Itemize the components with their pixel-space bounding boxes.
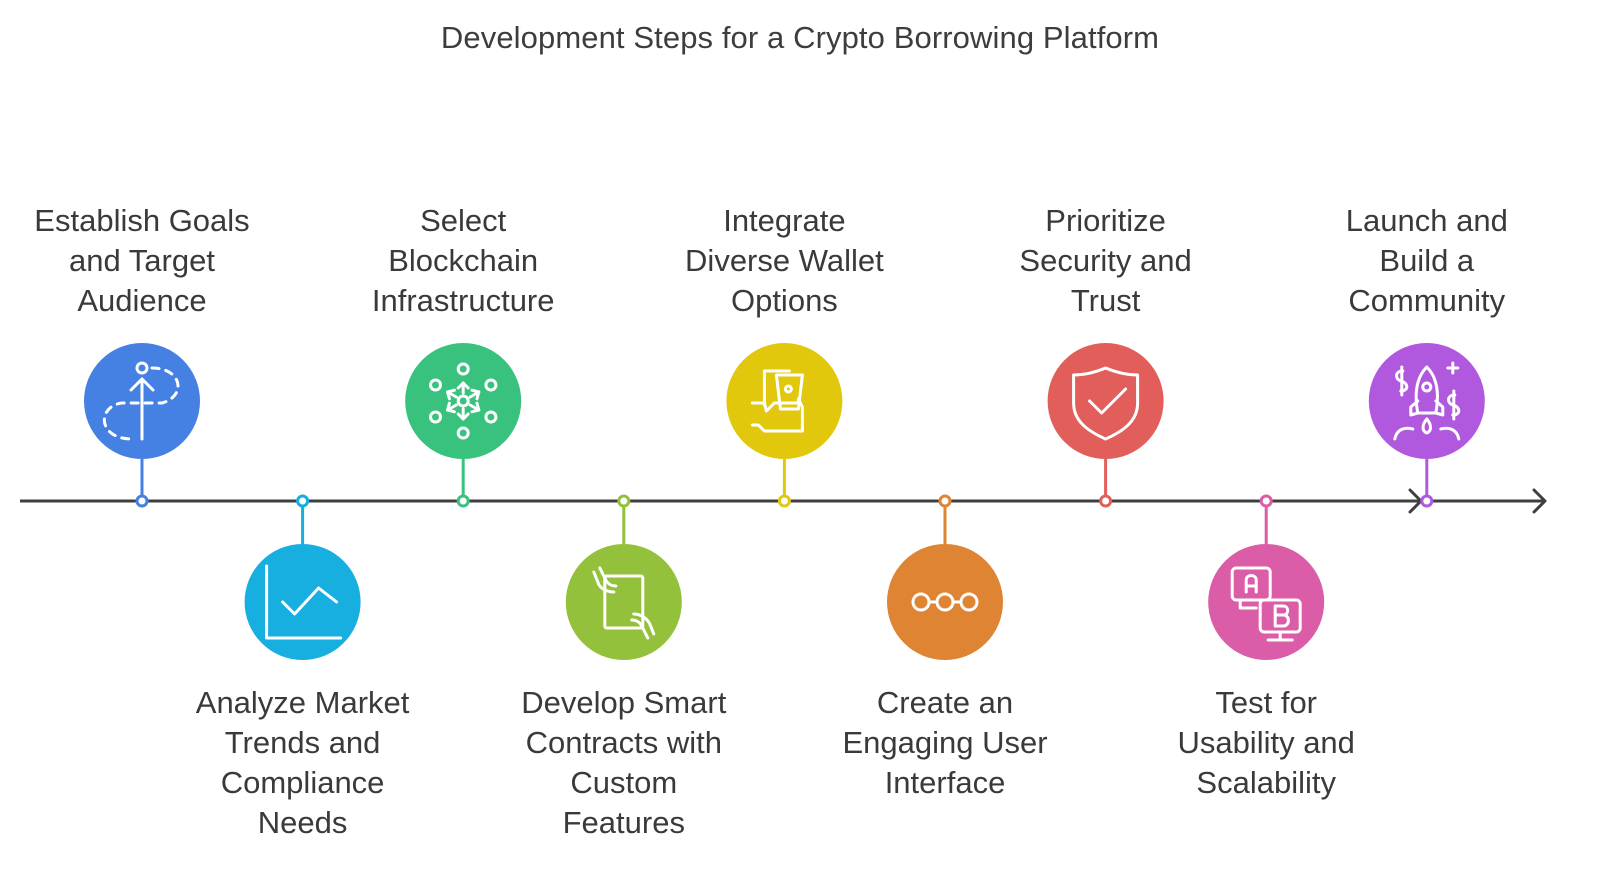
step-marker [135,494,149,508]
step-label-line: Options [730,283,838,318]
step-marker [1259,494,1273,508]
timeline-step [726,343,843,508]
step-label-line: Create an [876,685,1014,720]
step-label-line: Diverse Wallet [685,243,884,278]
timeline-step [1368,343,1485,508]
step-label-line: Prioritize [1045,203,1166,238]
step-label: Create an Engaging User Interface [820,683,1070,803]
step-label-line: Trends and [224,725,381,760]
step-marker [296,494,310,508]
step-label-line: Develop Smart [521,685,727,720]
step-label-line: Select [420,203,507,238]
step-label: Develop Smart Contracts with Custom Feature… [499,683,749,843]
step-label-line: Infrastructure [371,283,555,318]
step-label-line: Scalability [1196,765,1336,800]
step-circle [244,544,361,660]
step-label-line: Analyze Market [195,685,410,720]
step-label-line: Establish Goals [34,203,250,238]
step-marker [938,494,952,508]
step-marker [456,494,470,508]
step-label-line: Features [562,805,685,840]
step-label: Test for Usability and Scalability [1141,683,1391,803]
step-label-line: Test for [1215,685,1318,720]
timeline-step [244,494,361,660]
step-circle [1368,343,1485,459]
timeline-step [887,494,1003,660]
step-circle [565,544,682,660]
step-label: Integrate Diverse Wallet Options [659,201,909,321]
step-label: Analyze Market Trends and Compliance Needs [178,683,428,843]
step-label: Prioritize Security and Trust [981,201,1231,321]
step-label: Establish Goals and Target Audience [17,201,267,321]
step-label-line: Audience [77,283,207,318]
step-label-line: Build a [1379,243,1475,278]
step-label-line: Contracts with [525,725,722,760]
step-label-line: Integrate [723,203,846,238]
step-circle [405,343,522,459]
step-label-line: Security and [1019,243,1192,278]
step-circle [726,343,843,459]
step-circle [1047,343,1164,459]
step-circle [1208,544,1325,660]
step-label-line: Engaging User [842,725,1048,760]
step-label: Select Blockchain Infrastructure [338,201,588,321]
step-label-line: Compliance [220,765,385,800]
step-marker [777,494,791,508]
timeline-step [1047,343,1164,508]
step-label-line: Needs [257,805,348,840]
step-label-line: Interface [884,765,1006,800]
step-marker [1099,494,1113,508]
step-label-line: Blockchain [388,243,539,278]
step-label-line: Custom [570,765,678,800]
step-label-line: Trust [1070,283,1141,318]
step-label-line: Launch and [1345,203,1508,238]
step-label-line: and Target [69,243,215,278]
step-label-line: Community [1348,283,1506,318]
step-label-line: Usability and [1177,725,1355,760]
step-circle [887,544,1003,660]
step-label: Launch and Build a Community [1302,201,1552,321]
timeline-step [1208,494,1325,660]
step-marker [617,494,631,508]
timeline-step [565,494,682,660]
step-marker [1420,494,1434,508]
timeline-step [84,343,200,508]
timeline-step [405,343,522,508]
